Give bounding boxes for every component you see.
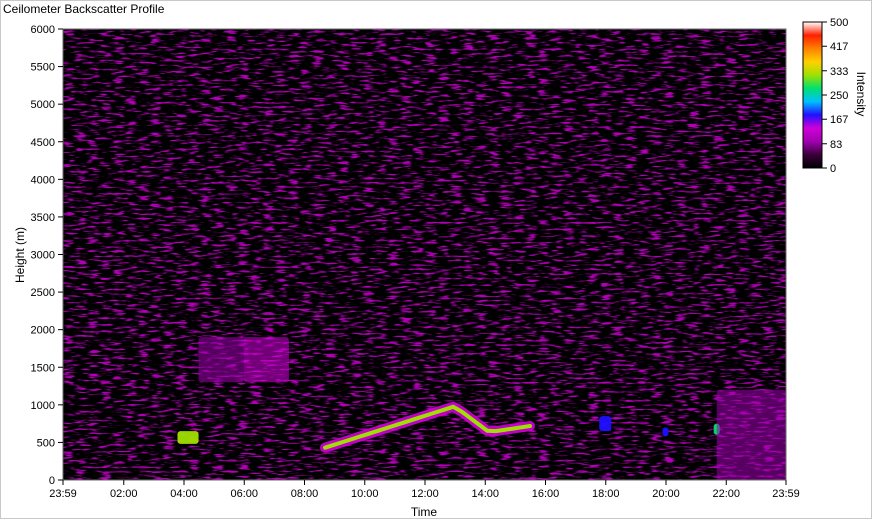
x-tick-label: 18:00 xyxy=(592,488,620,500)
y-tick-label: 1000 xyxy=(31,400,55,412)
colorbar-ticks: 0 83 167 250 333 417 500 xyxy=(822,17,848,175)
x-tick-label: 22:00 xyxy=(712,488,740,500)
y-axis-label: Height (m) xyxy=(13,227,27,283)
y-tick-label: 0 xyxy=(49,475,55,487)
chart-svg: 0500100015002000250030003500400045005000… xyxy=(13,17,868,519)
colorbar-label: Intensity xyxy=(854,72,868,117)
x-tick-label: 16:00 xyxy=(532,488,560,500)
colorbar-tick-label: 333 xyxy=(830,66,848,78)
x-tick-label: 02:00 xyxy=(110,488,138,500)
colorbar-tick-label: 500 xyxy=(830,17,848,29)
y-tick-label: 5000 xyxy=(31,99,55,111)
x-tick-label: 06:00 xyxy=(230,488,258,500)
y-tick-label: 2000 xyxy=(31,325,55,337)
colorbar-tick-label: 0 xyxy=(830,163,836,175)
plot-area[interactable] xyxy=(63,29,786,480)
y-tick-label: 5500 xyxy=(31,62,55,74)
heatmap-cell xyxy=(177,431,199,444)
y-tick-label: 500 xyxy=(37,437,55,449)
heatmap-cell xyxy=(198,337,244,383)
heatmap-cell xyxy=(243,337,289,383)
heatmap-cell xyxy=(716,389,786,480)
x-tick-label: 12:00 xyxy=(411,488,439,500)
x-tick-label: 20:00 xyxy=(652,488,680,500)
colorbar-tick-label: 83 xyxy=(830,139,842,151)
x-tick-label: 23:59 xyxy=(772,488,800,500)
y-axis: 0 500 1000 1500 2000 2500 3000 3500 4000 4500 5000… xyxy=(31,24,63,487)
x-tick-label: 14:00 xyxy=(471,488,499,500)
x-tick-label: 08:00 xyxy=(291,488,319,500)
heatmap-cell xyxy=(599,416,612,432)
y-tick-label: 2500 xyxy=(31,287,55,299)
colorbar-tick-label: 417 xyxy=(830,41,848,53)
colorbar-tick-label: 250 xyxy=(830,90,848,102)
x-axis: 23:59 02:00 04:00 06:00 08:00 10:00 12:00 14:00… xyxy=(49,480,800,500)
x-tick-label: 23:59 xyxy=(49,488,77,500)
y-tick-label: 4000 xyxy=(31,174,55,186)
y-tick-label: 3500 xyxy=(31,212,55,224)
x-tick-label: 04:00 xyxy=(170,488,198,500)
x-axis-label: Time xyxy=(411,505,438,519)
y-tick-label: 4500 xyxy=(31,137,55,149)
y-tick-label: 3000 xyxy=(31,250,55,262)
y-tick-label: 1500 xyxy=(31,362,55,374)
y-tick-label: 6000 xyxy=(31,24,55,36)
colorbar-tick-label: 167 xyxy=(830,114,848,126)
colorbar xyxy=(802,21,823,169)
heatmap-cell xyxy=(662,427,669,437)
x-tick-label: 10:00 xyxy=(351,488,379,500)
